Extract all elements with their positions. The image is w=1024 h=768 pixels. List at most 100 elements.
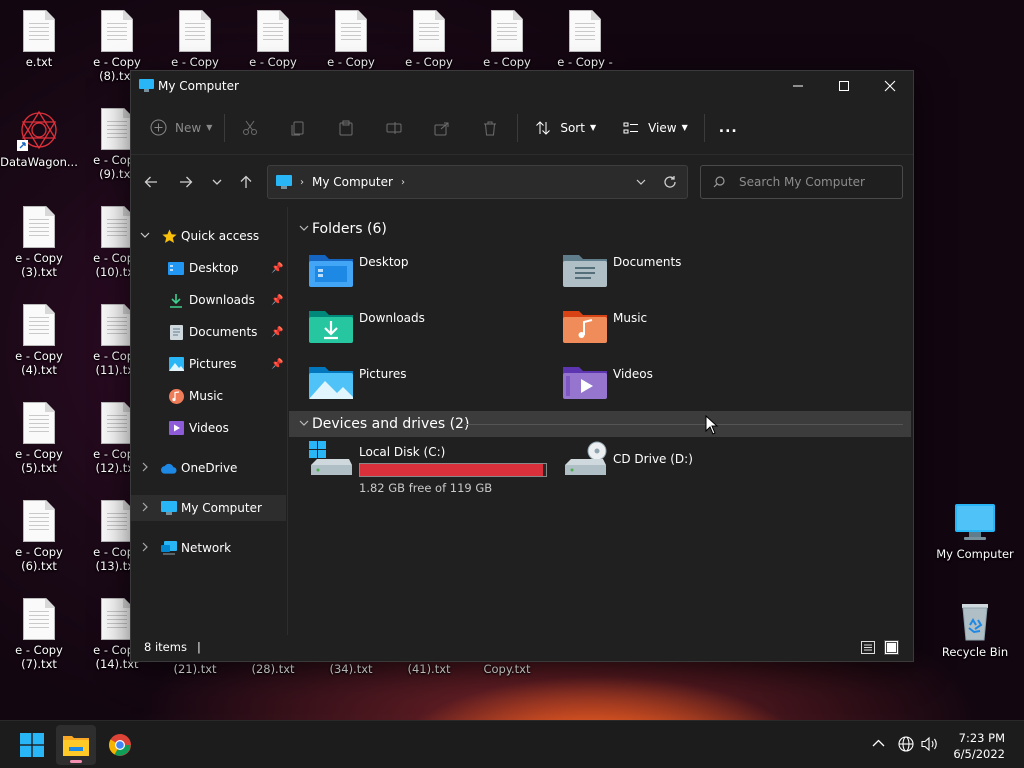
recycle-bin-icon — [953, 598, 997, 642]
folders-group-header[interactable]: Folders (6) — [289, 216, 911, 242]
navigation-pane: Quick access Desktop 📌 Downloads 📌 Docum… — [131, 207, 288, 635]
sidebar-item-music[interactable]: Music — [131, 383, 286, 409]
mouse-cursor-icon — [705, 414, 719, 438]
desktop-app-icon[interactable]: DataWagon... — [0, 108, 78, 169]
desktop-file-icon[interactable]: e - Copy (4).txt — [0, 304, 78, 377]
trash-icon — [481, 119, 499, 137]
drive-usage-fill — [360, 464, 544, 476]
desktop-file-icon[interactable]: e - Copy - — [546, 10, 624, 69]
desktop-file-icon[interactable]: e - Copy — [390, 10, 468, 69]
title-bar[interactable]: My Computer — [131, 71, 913, 101]
desktop-icon-label: Recycle Bin — [941, 645, 1009, 659]
new-button[interactable]: New ▼ — [149, 119, 212, 137]
drive-tile-c[interactable]: Local Disk (C:) 1.82 GB free of 119 GB — [309, 441, 559, 495]
text-file-icon — [101, 10, 133, 52]
sort-button[interactable]: Sort ▼ — [534, 119, 596, 137]
desktop-file-icon[interactable]: e - Copy — [312, 10, 390, 69]
up-button[interactable] — [236, 172, 256, 192]
clipboard-icon — [337, 119, 355, 137]
delete-button[interactable] — [481, 119, 499, 137]
sidebar-item-quick-access[interactable]: Quick access — [131, 223, 286, 249]
desktop-icon-label-partial[interactable]: (28).txt — [234, 662, 312, 676]
windows-drive-icon — [309, 441, 353, 481]
folder-tile-documents[interactable]: Documents — [563, 251, 803, 299]
group-title: Devices and drives (2) — [312, 416, 470, 432]
drive-tile-d[interactable]: CD Drive (D:) — [563, 441, 803, 489]
sidebar-item-desktop[interactable]: Desktop 📌 — [131, 255, 286, 281]
desktop-file-icon[interactable]: e - Copy (6).txt — [0, 500, 78, 573]
chrome-taskbar-button[interactable] — [100, 725, 140, 765]
more-options-button[interactable]: ... — [719, 120, 738, 136]
text-file-icon — [257, 10, 289, 52]
file-explorer-taskbar-button[interactable] — [56, 725, 96, 765]
folder-tile-videos[interactable]: Videos — [563, 363, 803, 411]
share-button[interactable] — [433, 119, 451, 137]
folder-tile-downloads[interactable]: Downloads — [309, 307, 549, 355]
desktop-file-icon[interactable]: e - Copy (7).txt — [0, 598, 78, 671]
folder-tile-music[interactable]: Music — [563, 307, 803, 355]
desktop-file-icon[interactable]: e.txt — [0, 10, 78, 69]
desktop-file-icon[interactable]: e - Copy — [468, 10, 546, 69]
desktop-file-icon[interactable]: e - Copy — [234, 10, 312, 69]
paste-button[interactable] — [337, 119, 355, 137]
view-button[interactable]: View ▼ — [622, 119, 688, 137]
clock[interactable]: 7:23 PM 6/5/2022 — [953, 730, 1005, 762]
sidebar-item-label: Videos — [189, 421, 229, 435]
forward-button[interactable] — [176, 172, 196, 192]
sidebar-item-videos[interactable]: Videos — [131, 415, 286, 441]
sidebar-item-documents[interactable]: Documents 📌 — [131, 319, 286, 345]
desktop-icon-label: DataWagon... — [0, 155, 78, 169]
minimize-button[interactable] — [775, 71, 821, 101]
desktop-my-computer[interactable]: My Computer — [936, 500, 1014, 561]
desktop-icon-label-partial[interactable]: (21).txt — [156, 662, 234, 676]
desktop-icon-label-partial[interactable]: (34).txt — [312, 662, 390, 676]
copy-button[interactable] — [289, 119, 307, 137]
back-button[interactable] — [141, 172, 161, 192]
sidebar-item-my-computer[interactable]: My Computer — [131, 495, 286, 521]
desktop-icon-label: e.txt — [25, 55, 53, 69]
sidebar-item-downloads[interactable]: Downloads 📌 — [131, 287, 286, 313]
desktop-icon-label-partial[interactable]: Copy.txt — [468, 662, 546, 676]
sidebar-item-network[interactable]: Network — [131, 535, 286, 561]
picture-icon — [168, 356, 184, 372]
pin-icon[interactable]: 📌 — [271, 263, 283, 274]
rename-button[interactable] — [385, 119, 403, 137]
pin-icon[interactable]: 📌 — [271, 327, 283, 338]
start-button[interactable] — [12, 725, 52, 765]
desktop-file-icon[interactable]: e - Copy — [156, 10, 234, 69]
drive-usage-bar — [359, 463, 547, 477]
refresh-button[interactable] — [663, 175, 677, 189]
recent-locations-button[interactable] — [207, 172, 227, 192]
desktop-file-icon[interactable]: e - Copy (3).txt — [0, 206, 78, 279]
desktop-icon-label-partial[interactable]: (41).txt — [390, 662, 468, 676]
devices-group-header[interactable]: Devices and drives (2) — [289, 411, 911, 437]
toolbar-divider — [224, 113, 226, 142]
search-field[interactable]: Search My Computer — [700, 165, 903, 199]
sidebar-item-label: Desktop — [189, 261, 239, 275]
volume-tray-icon[interactable] — [921, 736, 939, 752]
sidebar-item-onedrive[interactable]: OneDrive — [131, 455, 286, 481]
taskbar: 7:23 PM 6/5/2022 — [0, 720, 1024, 768]
pin-icon[interactable]: 📌 — [271, 295, 283, 306]
address-dropdown-button[interactable] — [635, 176, 647, 188]
cut-button[interactable] — [241, 119, 259, 137]
folder-tile-desktop[interactable]: Desktop — [309, 251, 549, 299]
scissors-icon — [241, 119, 259, 137]
address-bar[interactable]: › My Computer › — [267, 165, 688, 199]
window-title: My Computer — [158, 79, 239, 93]
maximize-button[interactable] — [821, 71, 867, 101]
desktop-icon-label: e - Copy (3).txt — [15, 251, 63, 279]
pin-icon[interactable]: 📌 — [271, 359, 283, 370]
details-view-button[interactable] — [861, 641, 875, 654]
clock-date: 6/5/2022 — [953, 747, 1005, 761]
network-tray-icon[interactable] — [898, 736, 914, 752]
show-hidden-icons-button[interactable] — [872, 737, 885, 750]
close-button[interactable] — [867, 71, 913, 101]
sidebar-item-pictures[interactable]: Pictures 📌 — [131, 351, 286, 377]
folder-tile-pictures[interactable]: Pictures — [309, 363, 549, 411]
item-count: 8 items — [144, 640, 187, 654]
desktop-file-icon[interactable]: e - Copy (5).txt — [0, 402, 78, 475]
tiles-view-button[interactable] — [884, 640, 899, 655]
breadcrumb-my-computer[interactable]: My Computer — [312, 175, 393, 189]
desktop-recycle-bin[interactable]: Recycle Bin — [936, 598, 1014, 659]
